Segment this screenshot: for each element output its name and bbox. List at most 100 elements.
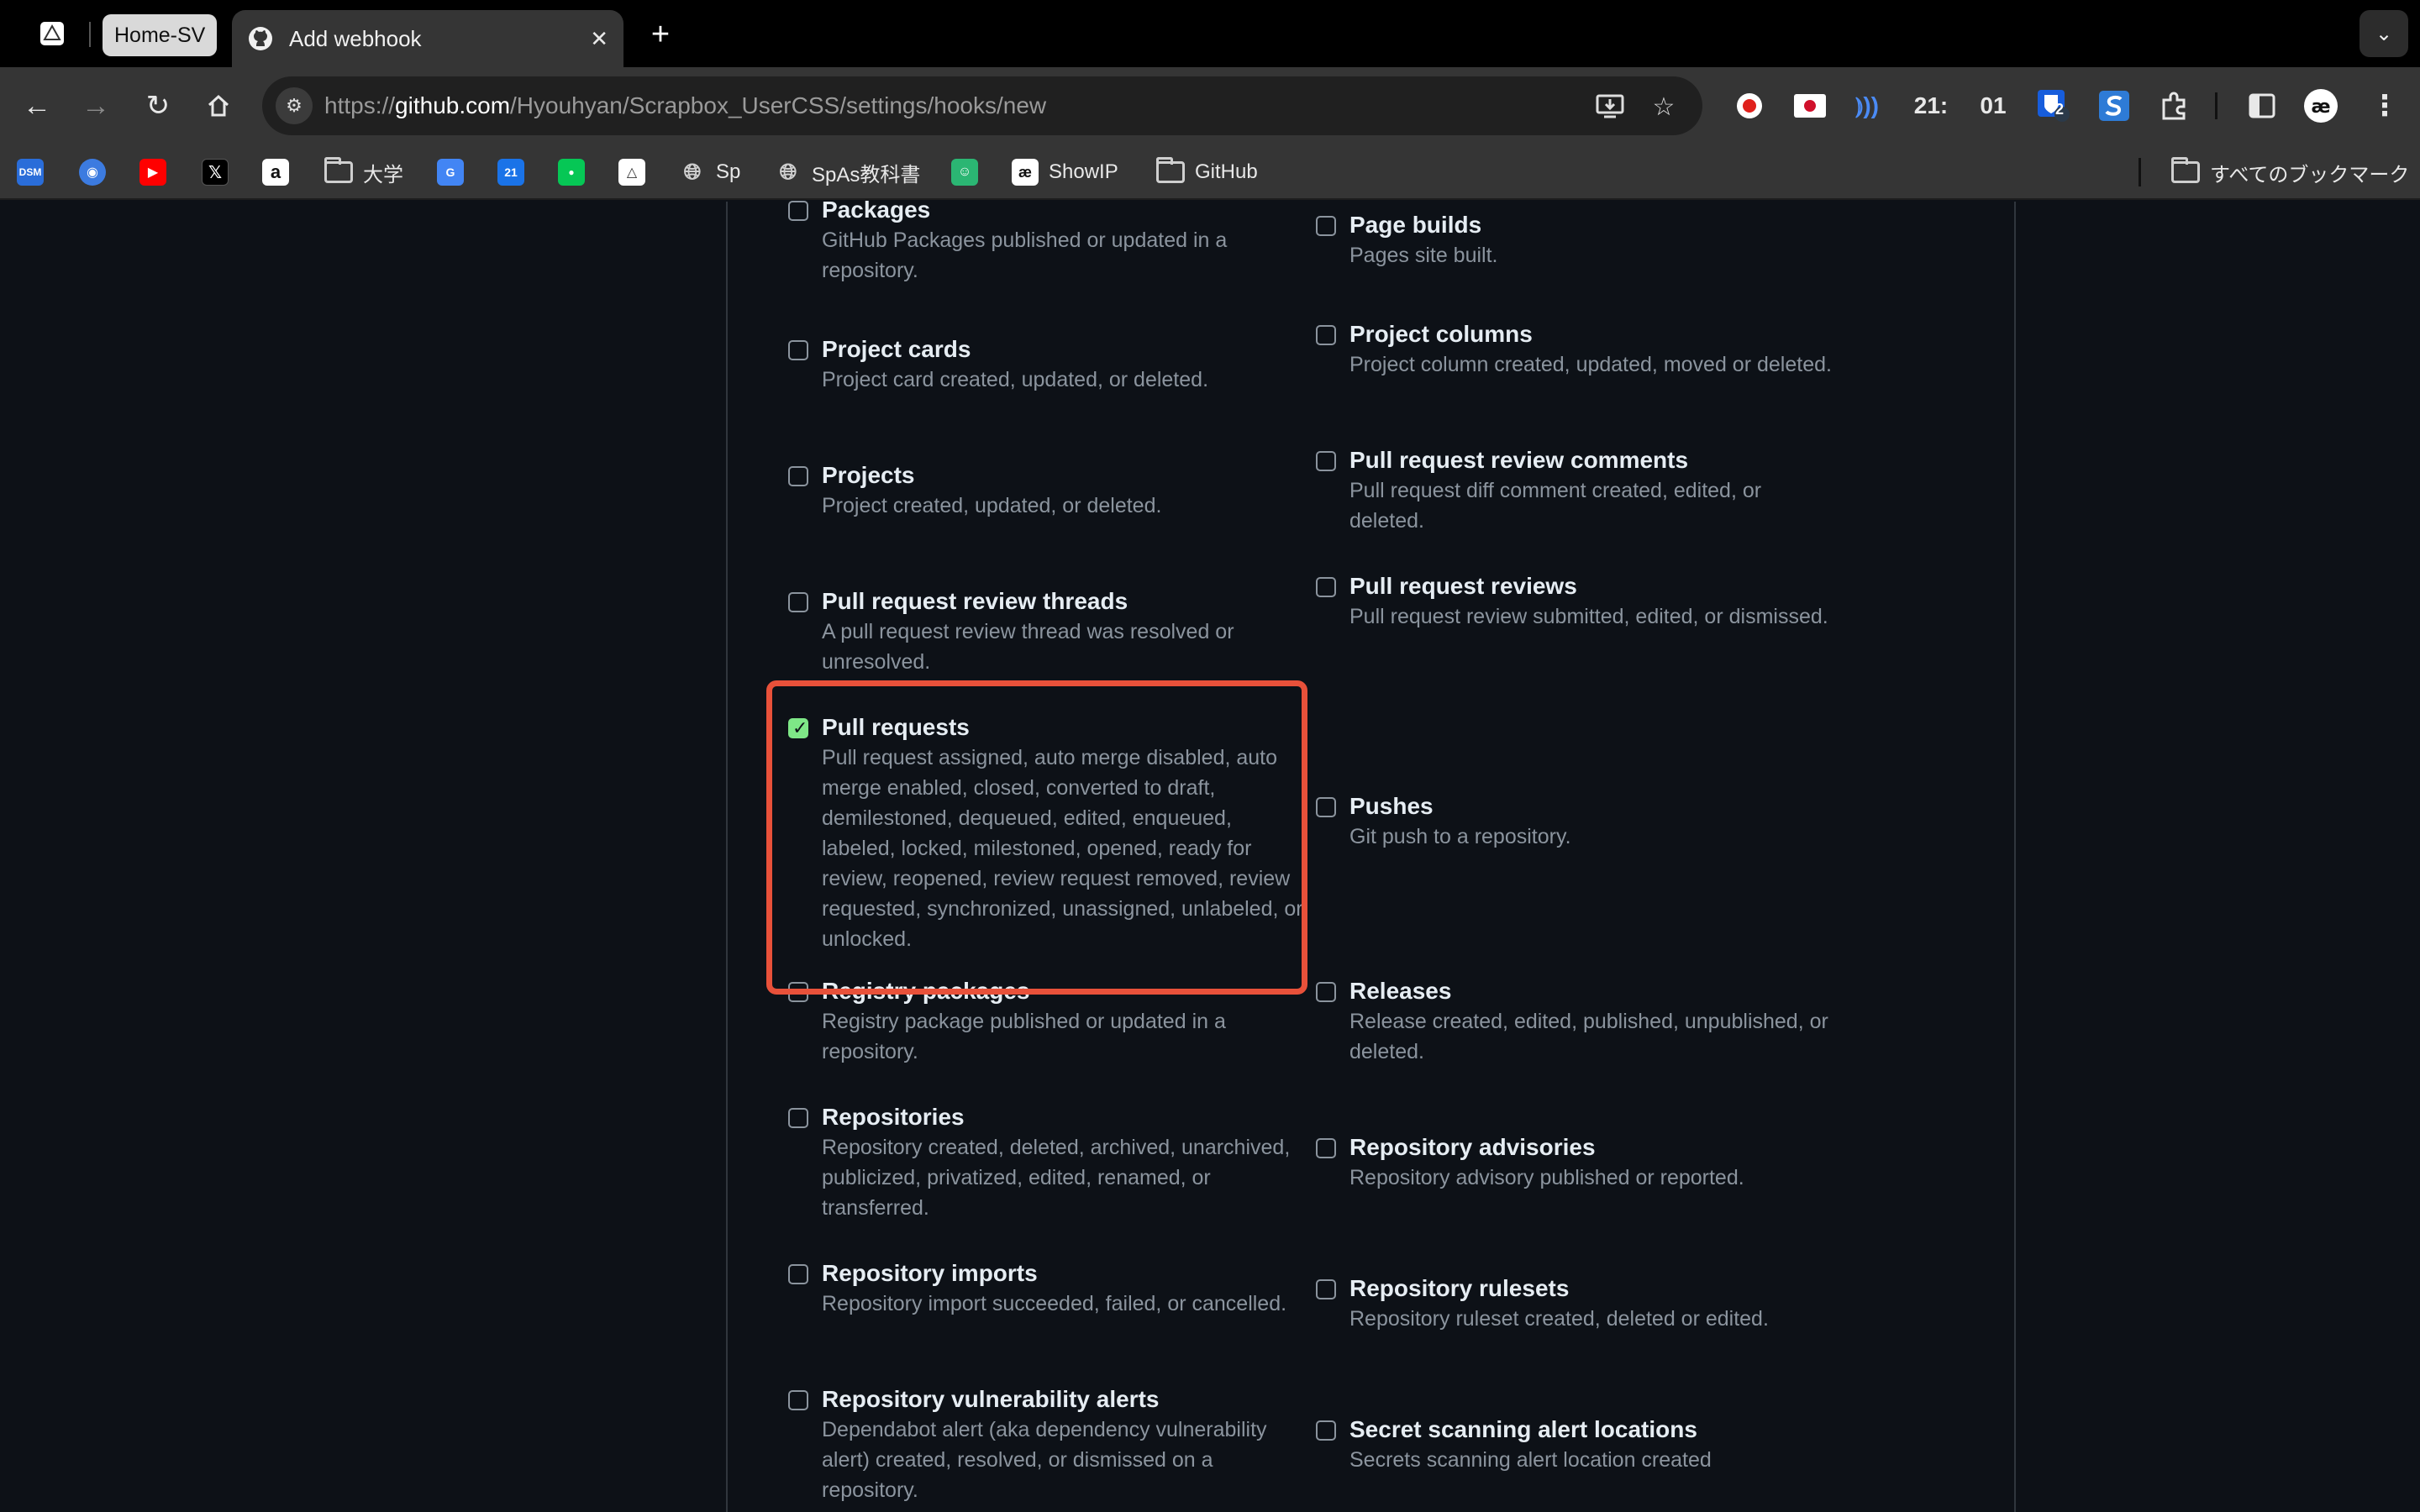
bookmarks-bar: DSM ◉ ▶ 𝕏 a 大学 G 21 ● △ 🌐︎ Sp 🌐︎ SpAs教科書 ☺… — [0, 144, 2420, 200]
bookmark-calendar[interactable]: 21 — [497, 153, 524, 192]
checkbox[interactable] — [1316, 451, 1336, 471]
event-pr-reviews[interactable]: Pull request reviews Pull request review… — [1316, 571, 1837, 632]
bookmark-amazon[interactable]: a — [262, 153, 289, 192]
event-repository-rulesets[interactable]: Repository rulesets Repository ruleset c… — [1316, 1273, 1837, 1334]
event-project-columns[interactable]: Project columns Project column created, … — [1316, 319, 1837, 380]
event-pushes[interactable]: Pushes Git push to a repository. — [1316, 791, 1837, 852]
bitwarden-icon[interactable]: 2 — [2035, 86, 2072, 126]
bookmark-folder-github[interactable]: GitHub — [1156, 153, 1258, 192]
bookmark-globe-blue[interactable]: ◉ — [79, 153, 106, 192]
clock-hours[interactable]: 21: — [1912, 86, 1949, 126]
bookmark-showip[interactable]: æ ShowIP — [1012, 153, 1118, 192]
event-title: Pull request review threads — [822, 588, 1128, 614]
event-title: Repositories — [822, 1104, 965, 1130]
checkbox[interactable] — [788, 201, 808, 221]
tab-group-label[interactable]: Home-SV — [103, 14, 218, 56]
line-icon: ● — [558, 159, 585, 186]
checkbox[interactable] — [788, 340, 808, 360]
all-bookmarks-folder[interactable]: すべてのブックマーク — [2171, 153, 2409, 192]
globe-icon: 🌐︎ — [683, 159, 702, 184]
highlight-annotation — [766, 680, 1307, 995]
event-releases[interactable]: Releases Release created, edited, publis… — [1316, 976, 1837, 1067]
bookmark-x[interactable]: 𝕏 — [202, 153, 229, 192]
bookmark-label: GitHub — [1195, 160, 1258, 183]
home-icon[interactable] — [197, 84, 240, 128]
event-title: Projects — [822, 462, 915, 488]
japan-flag-icon[interactable] — [1791, 86, 1828, 126]
url-scheme: https:// — [324, 92, 396, 118]
event-description: Git push to a repository. — [1349, 825, 1571, 848]
checkbox[interactable] — [1316, 1138, 1336, 1158]
x-icon: 𝕏 — [202, 159, 229, 186]
chevron-down-icon[interactable]: ⌄ — [2360, 10, 2408, 57]
bookmark-youtube[interactable]: ▶ — [139, 153, 166, 192]
record-extension-icon[interactable] — [1731, 86, 1768, 126]
kebab-menu-icon[interactable]: ⋮ — [2366, 86, 2403, 126]
clock-minutes[interactable]: 01 — [1975, 86, 2012, 126]
side-panel-icon[interactable] — [2244, 86, 2281, 126]
event-title: Releases — [1349, 978, 1452, 1004]
bookmark-spas[interactable]: 🌐︎ SpAs教科書 — [775, 153, 921, 192]
bookmarks-divider — [2139, 158, 2141, 186]
checkbox[interactable] — [1316, 577, 1336, 597]
address-bar[interactable]: ⚙ https://github.com/Hyouhyan/Scrapbox_U… — [262, 76, 1702, 135]
bookmark-triangle[interactable]: △ — [618, 153, 645, 192]
install-app-icon[interactable] — [1593, 90, 1627, 123]
new-tab-button[interactable]: + — [639, 13, 682, 55]
bookmark-dsm[interactable]: DSM — [17, 153, 44, 192]
event-repository-advisories[interactable]: Repository advisories Repository advisor… — [1316, 1132, 1837, 1193]
tab-add-webhook[interactable]: Add webhook ✕ — [232, 10, 623, 67]
globe-icon: ◉ — [79, 159, 106, 186]
checkbox[interactable] — [788, 1108, 808, 1128]
checkbox[interactable] — [1316, 797, 1336, 817]
folder-icon — [2171, 157, 2200, 183]
event-title: Secret scanning alert locations — [1349, 1416, 1697, 1442]
scrapbox-icon[interactable] — [2096, 86, 2133, 126]
bookmark-green-app[interactable]: ☺ — [951, 153, 978, 192]
back-icon[interactable]: ← — [15, 84, 59, 128]
event-repository-imports[interactable]: Repository imports Repository import suc… — [788, 1258, 1309, 1319]
event-description: Dependabot alert (aka dependency vulnera… — [822, 1418, 1267, 1502]
close-icon[interactable]: ✕ — [590, 26, 608, 52]
all-bookmarks-label: すべてのブックマーク — [2210, 163, 2410, 186]
event-packages[interactable]: Packages GitHub Packages published or up… — [788, 195, 1309, 286]
github-icon — [249, 27, 272, 50]
extensions-puzzle-icon[interactable] — [2156, 86, 2193, 126]
youtube-icon: ▶ — [139, 159, 166, 186]
event-repositories[interactable]: Repositories Repository created, deleted… — [788, 1102, 1309, 1223]
checkbox[interactable] — [788, 592, 808, 612]
forward-icon[interactable]: → — [74, 84, 118, 128]
bookmark-translate[interactable]: G — [437, 153, 464, 192]
bookmark-label: SpAs教科書 — [812, 163, 921, 186]
bookmark-line[interactable]: ● — [558, 153, 585, 192]
pinned-tab[interactable] — [29, 12, 76, 55]
event-title: Pushes — [1349, 793, 1434, 819]
folder-icon — [324, 157, 353, 183]
checkbox[interactable] — [1316, 216, 1336, 236]
tab-title: Add webhook — [289, 25, 422, 51]
event-page-builds[interactable]: Page builds Pages site built. — [1316, 210, 1837, 270]
event-pr-review-threads[interactable]: Pull request review threads A pull reque… — [788, 586, 1309, 677]
event-project-cards[interactable]: Project cards Project card created, upda… — [788, 334, 1309, 395]
reload-icon[interactable]: ↻ — [136, 84, 180, 128]
checkbox[interactable] — [788, 1264, 808, 1284]
event-description: Repository ruleset created, deleted or e… — [1349, 1307, 1769, 1331]
bookmark-folder-university[interactable]: 大学 — [324, 153, 403, 192]
checkbox[interactable] — [788, 466, 808, 486]
profile-avatar[interactable]: æ — [2302, 86, 2339, 126]
event-pr-review-comments[interactable]: Pull request review comments Pull reques… — [1316, 445, 1837, 536]
event-repo-vulnerability-alerts[interactable]: Repository vulnerability alerts Dependab… — [788, 1384, 1309, 1505]
calendar-icon: 21 — [497, 159, 524, 186]
event-description: A pull request review thread was resolve… — [822, 620, 1234, 674]
checkbox[interactable] — [1316, 325, 1336, 345]
bookmark-sp[interactable]: 🌐︎ Sp — [679, 153, 741, 192]
site-info-icon[interactable]: ⚙ — [276, 87, 313, 124]
bookmark-star-icon[interactable]: ☆ — [1647, 90, 1681, 123]
checkbox[interactable] — [1316, 982, 1336, 1002]
checkbox[interactable] — [1316, 1420, 1336, 1441]
checkbox[interactable] — [788, 1390, 808, 1410]
event-secret-scanning-locations[interactable]: Secret scanning alert locations Secrets … — [1316, 1415, 1837, 1475]
event-projects[interactable]: Projects Project created, updated, or de… — [788, 460, 1309, 521]
checkbox[interactable] — [1316, 1279, 1336, 1299]
wireless-icon[interactable]: ⦆)) — [1849, 86, 1886, 126]
